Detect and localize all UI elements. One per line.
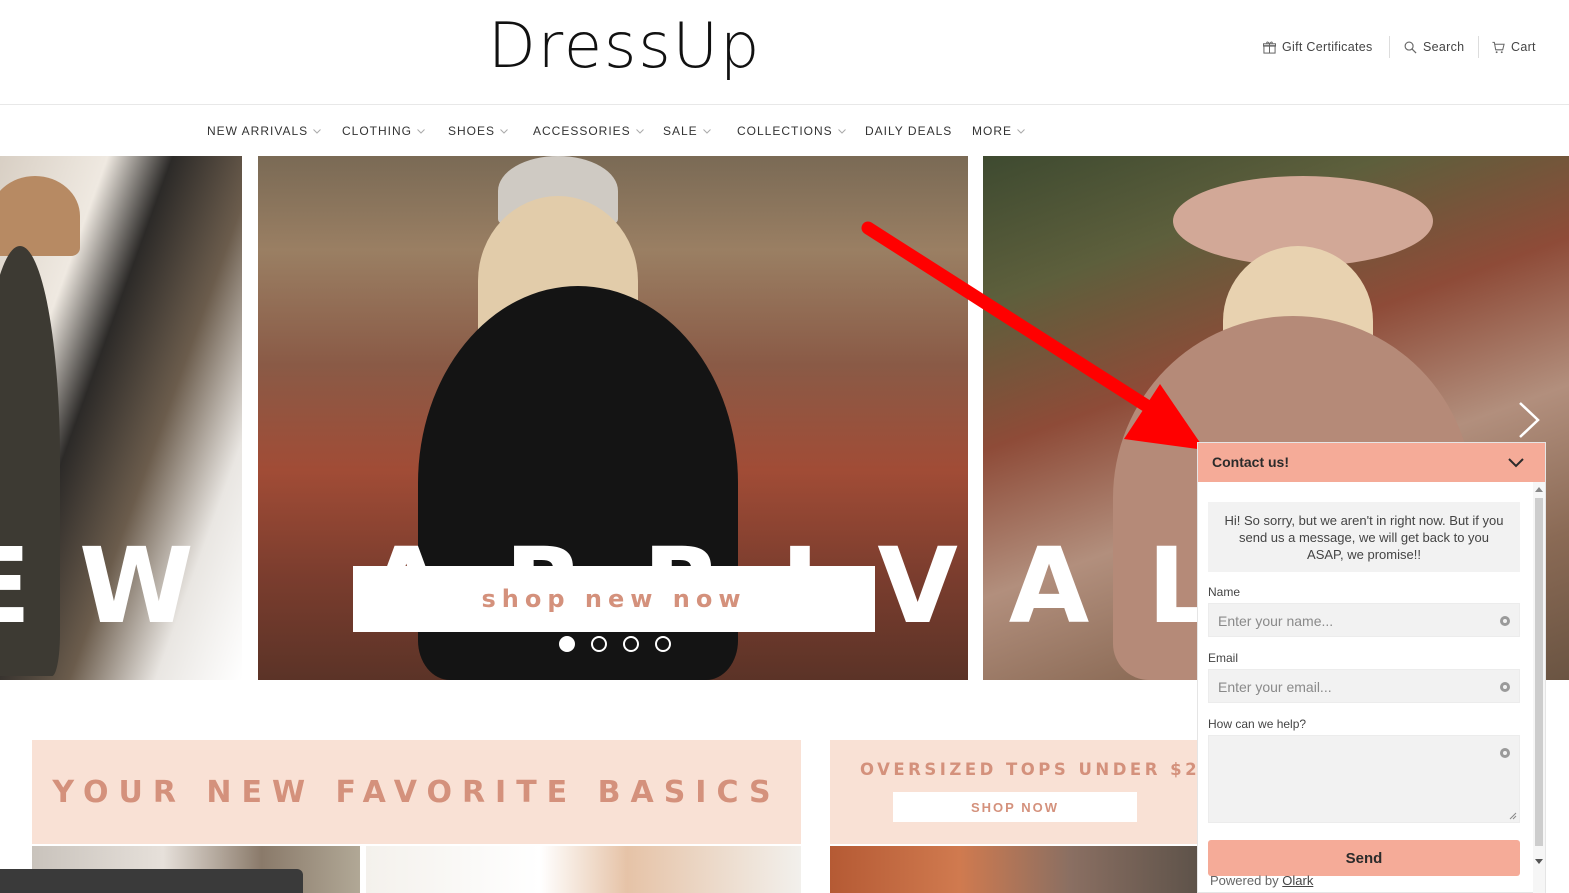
nav-item-accessories[interactable]: ACCESSORIES xyxy=(533,124,644,138)
chevron-down-icon xyxy=(1017,128,1025,134)
chat-scrollbar[interactable] xyxy=(1533,482,1545,893)
search-link[interactable]: Search xyxy=(1404,40,1464,54)
send-button[interactable]: Send xyxy=(1208,840,1520,876)
chevron-right-icon[interactable] xyxy=(1517,400,1541,440)
chat-title: Contact us! xyxy=(1212,454,1289,470)
field-status-icon xyxy=(1500,748,1510,758)
help-label: How can we help? xyxy=(1208,717,1307,731)
site-header: DressUp Gift Certificates Search Cart xyxy=(0,0,1569,105)
nav-item-label: DAILY DEALS xyxy=(865,124,953,138)
nav-item-new-arrivals[interactable]: NEW ARRIVALS xyxy=(207,124,321,138)
powered-by: Powered by Olark xyxy=(1210,873,1313,888)
field-status-icon xyxy=(1500,682,1510,692)
nav-item-shoes[interactable]: SHOES xyxy=(448,124,508,138)
nav-item-collections[interactable]: COLLECTIONS xyxy=(737,124,846,138)
page: DressUp Gift Certificates Search Cart NE… xyxy=(0,0,1569,893)
chat-header[interactable]: Contact us! xyxy=(1198,443,1545,482)
shop-now-button[interactable]: SHOP NOW xyxy=(893,792,1137,822)
scroll-thumb[interactable] xyxy=(1535,498,1543,846)
chevron-down-icon xyxy=(417,128,425,134)
promo-title: YOUR NEW FAVORITE BASICS xyxy=(52,774,781,810)
gift-certificates-link[interactable]: Gift Certificates xyxy=(1263,40,1373,54)
promo-oversized-tops: OVERSIZED TOPS UNDER $20 SHOP NOW xyxy=(830,740,1212,844)
resize-handle-icon[interactable] xyxy=(1509,812,1517,820)
nav-item-daily-deals[interactable]: DAILY DEALS xyxy=(865,124,952,138)
nav-item-label: MORE xyxy=(972,124,1012,138)
carousel-dot-4[interactable] xyxy=(655,636,671,652)
promo-favorite-basics[interactable]: YOUR NEW FAVORITE BASICS xyxy=(32,740,801,844)
name-placeholder: Enter your name... xyxy=(1218,613,1334,629)
cart-link[interactable]: Cart xyxy=(1492,40,1536,54)
nav-item-more[interactable]: MORE xyxy=(972,124,1025,138)
header-divider xyxy=(1478,36,1479,58)
header-divider xyxy=(1389,36,1390,58)
name-field[interactable]: Enter your name... xyxy=(1208,603,1520,637)
shop-new-now-button[interactable]: shop new now xyxy=(353,566,875,632)
email-placeholder: Enter your email... xyxy=(1218,679,1332,695)
chevron-down-icon xyxy=(702,128,711,134)
carousel-dots xyxy=(559,636,671,652)
email-label: Email xyxy=(1208,651,1239,665)
search-label: Search xyxy=(1423,40,1465,54)
hat-shape xyxy=(0,176,80,256)
product-thumbnail[interactable] xyxy=(830,846,1200,893)
nav-item-label: CLOTHING xyxy=(342,124,413,138)
cart-icon xyxy=(1492,41,1505,53)
chat-away-message: Hi! So sorry, but we aren't in right now… xyxy=(1208,502,1520,572)
product-thumbnail[interactable] xyxy=(366,846,801,893)
name-label: Name xyxy=(1208,585,1241,599)
chevron-down-icon xyxy=(313,128,321,134)
chevron-down-icon[interactable] xyxy=(1507,455,1525,469)
chevron-down-icon xyxy=(837,128,846,134)
chevron-down-icon xyxy=(500,128,508,134)
nav-item-clothing[interactable]: CLOTHING xyxy=(342,124,425,138)
nav-item-label: ACCESSORIES xyxy=(533,124,631,138)
nav-item-label: NEW ARRIVALS xyxy=(207,124,309,138)
carousel-dot-3[interactable] xyxy=(623,636,639,652)
promo-title: OVERSIZED TOPS UNDER $20 xyxy=(860,760,1216,779)
olark-link[interactable]: Olark xyxy=(1282,873,1313,888)
chat-widget: Contact us! Hi! So sorry, but we aren't … xyxy=(1197,442,1546,893)
chevron-down-icon xyxy=(635,128,644,134)
cart-label: Cart xyxy=(1511,40,1536,54)
nav-item-label: SHOES xyxy=(448,124,496,138)
powered-by-label: Powered by xyxy=(1210,873,1279,888)
carousel-dot-2[interactable] xyxy=(591,636,607,652)
carousel-dot-1[interactable] xyxy=(559,636,575,652)
main-nav: NEW ARRIVALS CLOTHING SHOES ACCESSORIES … xyxy=(0,106,1569,156)
search-icon xyxy=(1404,41,1417,53)
bottom-bar xyxy=(0,869,303,893)
gift-certificates-label: Gift Certificates xyxy=(1282,40,1373,54)
site-logo[interactable]: DressUp xyxy=(488,6,761,86)
chat-body: Hi! So sorry, but we aren't in right now… xyxy=(1198,482,1545,893)
nav-item-label: SALE xyxy=(663,124,698,138)
gift-icon xyxy=(1263,41,1276,54)
scroll-up-icon[interactable] xyxy=(1535,487,1543,492)
nav-item-sale[interactable]: SALE xyxy=(663,124,711,138)
field-status-icon xyxy=(1500,616,1510,626)
email-field[interactable]: Enter your email... xyxy=(1208,669,1520,703)
nav-item-label: COLLECTIONS xyxy=(737,124,833,138)
hero-headline-left: EW xyxy=(0,525,242,647)
scroll-down-icon[interactable] xyxy=(1535,859,1543,864)
message-textarea[interactable] xyxy=(1208,735,1520,823)
